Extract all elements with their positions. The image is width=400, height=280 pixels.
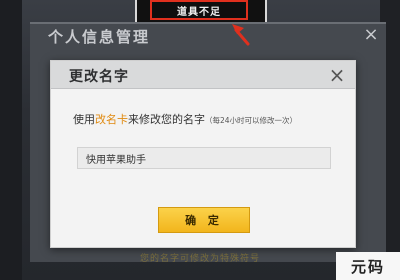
- dialog-title: 更改名字: [69, 69, 129, 85]
- dialog-close-icon[interactable]: ×: [327, 65, 347, 85]
- instruction-suffix: 来修改您的名字: [128, 113, 205, 126]
- rename-instruction: 使用改名卡来修改您的名字（每24小时可以修改一次）: [73, 111, 343, 127]
- rename-card-link: 改名卡: [95, 113, 128, 126]
- instruction-prefix: 使用: [73, 113, 95, 126]
- insufficient-items-toast: 道具不足: [150, 0, 248, 20]
- name-input[interactable]: [77, 147, 331, 169]
- backdrop-left-edge: [0, 0, 22, 280]
- rename-dialog: 更改名字 × 使用改名卡来修改您的名字（每24小时可以修改一次） 确 定: [50, 60, 356, 248]
- personal-info-panel-title: 个人信息管理: [48, 28, 151, 46]
- watermark-logo: 元码: [336, 252, 400, 280]
- dialog-header: 更改名字 ×: [51, 61, 355, 89]
- personal-info-close-icon[interactable]: ×: [362, 26, 380, 44]
- instruction-note: （每24小时可以修改一次）: [205, 116, 298, 125]
- confirm-button[interactable]: 确 定: [158, 207, 250, 233]
- red-arrow-icon: [232, 24, 250, 46]
